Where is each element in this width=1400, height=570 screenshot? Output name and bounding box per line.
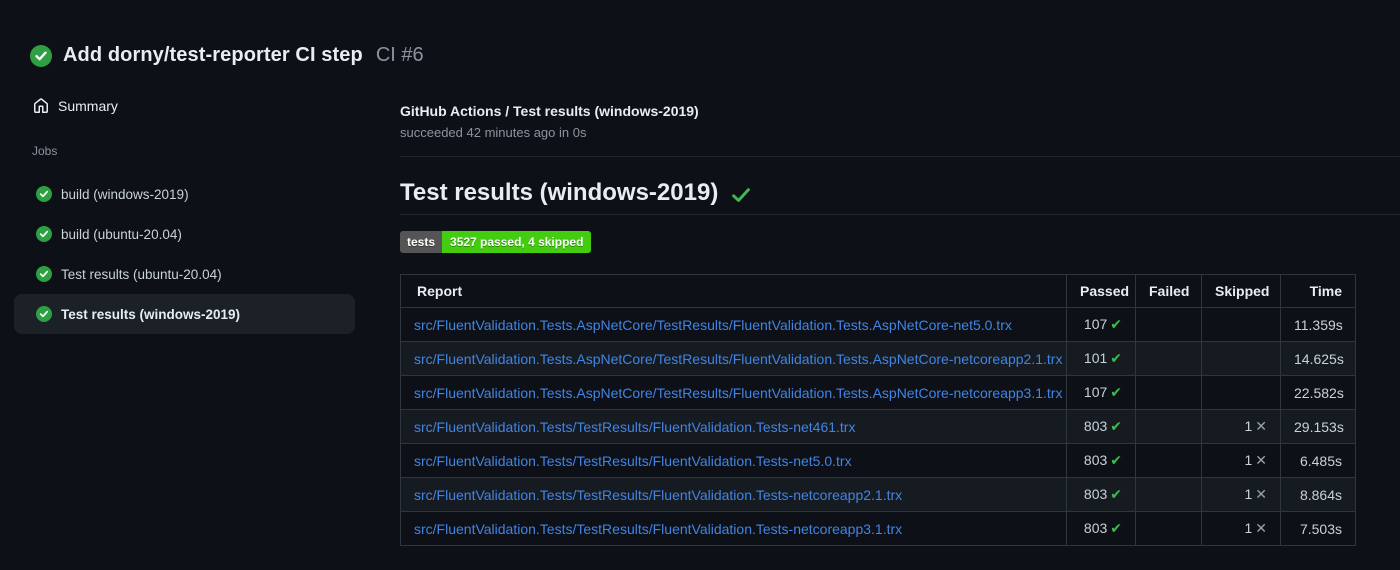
check-circle-icon bbox=[36, 186, 52, 202]
test-results-table: Report Passed Failed Skipped Time src/Fl… bbox=[400, 274, 1356, 546]
check-icon: ✔ bbox=[1110, 453, 1122, 469]
check-circle-icon bbox=[36, 266, 52, 282]
time-cell: 11.359s bbox=[1280, 307, 1356, 342]
job-label: Test results (ubuntu-20.04) bbox=[61, 266, 222, 282]
summary-label: Summary bbox=[58, 98, 118, 114]
report-link[interactable]: src/FluentValidation.Tests/TestResults/F… bbox=[414, 453, 852, 469]
skipped-cell bbox=[1201, 375, 1281, 410]
home-icon bbox=[34, 98, 48, 113]
table-row: src/FluentValidation.Tests.AspNetCore/Te… bbox=[400, 375, 1356, 410]
col-header-time: Time bbox=[1280, 274, 1356, 308]
check-circle-icon bbox=[30, 44, 52, 67]
run-title: Add dorny/test-reporter CI step bbox=[63, 44, 363, 66]
job-label: build (windows-2019) bbox=[61, 186, 189, 202]
skipped-cell: 1 ✕ bbox=[1201, 443, 1281, 478]
time-cell: 14.625s bbox=[1280, 341, 1356, 376]
check-icon: ✔ bbox=[1110, 521, 1122, 537]
check-header: GitHub Actions / Test results (windows-2… bbox=[400, 80, 1400, 142]
skipped-cell: 1 ✕ bbox=[1201, 511, 1281, 546]
table-header-row: Report Passed Failed Skipped Time bbox=[400, 274, 1356, 308]
skipped-cell bbox=[1201, 307, 1281, 342]
report-link[interactable]: src/FluentValidation.Tests.AspNetCore/Te… bbox=[414, 317, 1012, 333]
time-cell: 22.582s bbox=[1280, 375, 1356, 410]
x-icon: ✕ bbox=[1255, 521, 1267, 537]
jobs-section-label: Jobs bbox=[32, 144, 58, 158]
failed-cell bbox=[1135, 375, 1202, 410]
run-number: CI #6 bbox=[375, 44, 424, 66]
divider bbox=[400, 156, 1400, 157]
skipped-cell bbox=[1201, 341, 1281, 376]
x-icon: ✕ bbox=[1255, 487, 1267, 503]
success-check-icon bbox=[732, 187, 751, 202]
failed-cell bbox=[1135, 511, 1202, 546]
job-label: build (ubuntu-20.04) bbox=[61, 226, 182, 242]
table-row: src/FluentValidation.Tests/TestResults/F… bbox=[400, 477, 1356, 512]
time-cell: 29.153s bbox=[1280, 409, 1356, 444]
check-subtitle: succeeded 42 minutes ago in 0s bbox=[400, 125, 587, 140]
col-header-failed: Failed bbox=[1135, 274, 1202, 308]
section-heading-text: Test results (windows-2019) bbox=[400, 179, 719, 206]
jobs-list: build (windows-2019) build (ubuntu-20.04… bbox=[0, 174, 400, 334]
badge-value: 3527 passed, 4 skipped bbox=[442, 231, 592, 253]
table-row: src/FluentValidation.Tests.AspNetCore/Te… bbox=[400, 341, 1356, 376]
time-cell: 6.485s bbox=[1280, 443, 1356, 478]
sidebar-item-test-results-ubuntu[interactable]: Test results (ubuntu-20.04) bbox=[14, 254, 355, 294]
check-icon: ✔ bbox=[1110, 419, 1122, 435]
failed-cell bbox=[1135, 307, 1202, 342]
jobs-sidebar: Summary Jobs build (windows-2019) build … bbox=[0, 80, 400, 334]
x-icon: ✕ bbox=[1255, 453, 1267, 469]
table-row: src/FluentValidation.Tests/TestResults/F… bbox=[400, 443, 1356, 478]
time-cell: 8.864s bbox=[1280, 477, 1356, 512]
report-link[interactable]: src/FluentValidation.Tests/TestResults/F… bbox=[414, 521, 902, 537]
run-header: Add dorny/test-reporter CI step CI #6 bbox=[0, 0, 1400, 80]
report-link[interactable]: src/FluentValidation.Tests/TestResults/F… bbox=[414, 419, 855, 435]
check-title: GitHub Actions / Test results (windows-2… bbox=[400, 103, 699, 119]
sidebar-item-test-results-windows[interactable]: Test results (windows-2019) bbox=[14, 294, 355, 334]
sidebar-item-summary[interactable]: Summary bbox=[33, 96, 380, 116]
check-icon: ✔ bbox=[1110, 317, 1122, 333]
sidebar-item-build-ubuntu[interactable]: build (ubuntu-20.04) bbox=[14, 214, 355, 254]
table-row: src/FluentValidation.Tests.AspNetCore/Te… bbox=[400, 307, 1356, 342]
check-icon: ✔ bbox=[1110, 351, 1122, 367]
section-heading: Test results (windows-2019) bbox=[400, 178, 1400, 215]
check-icon: ✔ bbox=[1110, 385, 1122, 401]
failed-cell bbox=[1135, 477, 1202, 512]
skipped-cell: 1 ✕ bbox=[1201, 409, 1281, 444]
failed-cell bbox=[1135, 341, 1202, 376]
col-header-report: Report bbox=[400, 274, 1067, 308]
time-cell: 7.503s bbox=[1280, 511, 1356, 546]
table-row: src/FluentValidation.Tests/TestResults/F… bbox=[400, 511, 1356, 546]
report-link[interactable]: src/FluentValidation.Tests.AspNetCore/Te… bbox=[414, 385, 1062, 401]
table-row: src/FluentValidation.Tests/TestResults/F… bbox=[400, 409, 1356, 444]
check-circle-icon bbox=[36, 226, 52, 242]
col-header-passed: Passed bbox=[1066, 274, 1136, 308]
col-header-skipped: Skipped bbox=[1201, 274, 1281, 308]
tests-badge: tests 3527 passed, 4 skipped bbox=[400, 231, 592, 253]
sidebar-item-build-windows[interactable]: build (windows-2019) bbox=[14, 174, 355, 214]
report-link[interactable]: src/FluentValidation.Tests.AspNetCore/Te… bbox=[414, 351, 1062, 367]
failed-cell bbox=[1135, 443, 1202, 478]
failed-cell bbox=[1135, 409, 1202, 444]
check-circle-icon bbox=[36, 306, 52, 322]
skipped-cell: 1 ✕ bbox=[1201, 477, 1281, 512]
badge-label: tests bbox=[400, 231, 443, 253]
x-icon: ✕ bbox=[1255, 419, 1267, 435]
check-icon: ✔ bbox=[1110, 487, 1122, 503]
job-label: Test results (windows-2019) bbox=[61, 306, 241, 322]
report-link[interactable]: src/FluentValidation.Tests/TestResults/F… bbox=[414, 487, 902, 503]
check-run-panel: GitHub Actions / Test results (windows-2… bbox=[400, 80, 1400, 546]
